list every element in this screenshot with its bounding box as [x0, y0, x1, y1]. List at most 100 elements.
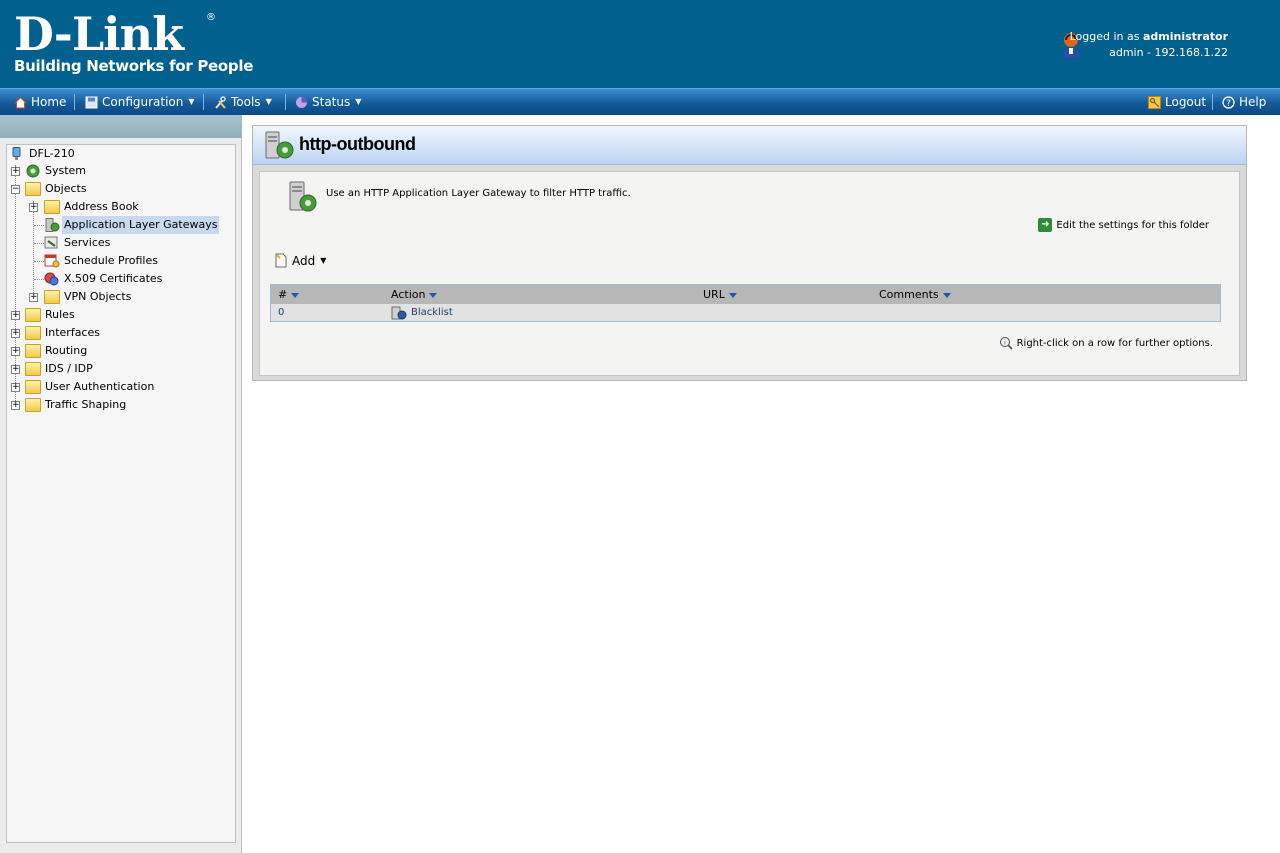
sort-icon: [942, 292, 951, 298]
tree-item-interfaces-label: Interfaces: [45, 326, 100, 339]
tree-expand-address-book[interactable]: +: [29, 203, 38, 212]
left-panel-header: [0, 115, 242, 138]
table-header: # Action URL Comments: [271, 285, 1220, 304]
device-icon: [12, 147, 21, 160]
tree-item-schedule-profiles[interactable]: Schedule Profiles: [44, 252, 160, 270]
tree-root-label: DFL-210: [29, 147, 75, 160]
home-icon: [14, 96, 27, 108]
column-header-url[interactable]: URL: [703, 285, 737, 304]
save-disk-icon: [85, 96, 98, 108]
tools-icon: [215, 95, 226, 109]
arrow-right-icon: ➜: [1038, 218, 1053, 232]
gear-icon: [26, 164, 40, 178]
routing-folder-icon: [25, 344, 41, 358]
tree-item-interfaces[interactable]: Interfaces: [25, 324, 102, 342]
chevron-down-icon: ▼: [355, 97, 362, 106]
navigation-tree: DFL-210 + System − Objects + Address Boo…: [6, 144, 236, 843]
sort-icon: [728, 292, 737, 298]
tree-expand-vpn-objects[interactable]: +: [29, 293, 38, 302]
help-label: Help: [1239, 95, 1267, 109]
menu-tools[interactable]: Tools ▼: [214, 89, 272, 115]
table-row[interactable]: 0 Blacklist: [271, 304, 1220, 321]
column-header-index[interactable]: #: [278, 285, 300, 304]
logout-button[interactable]: Logout: [1148, 89, 1206, 115]
tree-item-rules[interactable]: Rules: [25, 306, 77, 324]
tree-expand-rules[interactable]: +: [11, 311, 20, 320]
certificate-icon: [44, 272, 59, 286]
row-action: Blacklist: [391, 304, 453, 321]
chevron-down-icon: ▼: [265, 97, 272, 106]
tree-item-x509-label: X.509 Certificates: [64, 272, 163, 285]
sort-icon: [291, 292, 300, 298]
tree-item-services[interactable]: Services: [44, 234, 112, 252]
row-index: 0: [278, 307, 285, 318]
login-info: Logged in as administrator admin - 192.1…: [1070, 29, 1228, 61]
tree-item-services-label: Services: [64, 236, 111, 249]
column-header-action[interactable]: Action: [391, 285, 438, 304]
tree-item-address-book[interactable]: Address Book: [44, 198, 141, 216]
logged-in-prefix: Logged in as: [1069, 30, 1140, 43]
tree-item-schedule-profiles-label: Schedule Profiles: [64, 254, 158, 267]
alg-gear-server-icon: [45, 218, 60, 232]
help-icon: ?: [1222, 95, 1235, 109]
tree-item-routing-label: Routing: [45, 344, 88, 357]
dlink-logo: D-Link ® Building Networks for People: [14, 10, 253, 74]
tree-item-objects[interactable]: Objects: [25, 180, 89, 198]
tree-expand-traffic-shaping[interactable]: +: [11, 401, 20, 410]
tree-item-x509[interactable]: X.509 Certificates: [44, 270, 164, 288]
menu-configuration-label: Configuration: [102, 95, 184, 109]
menu-home-label: Home: [31, 95, 67, 109]
header: D-Link ® Building Networks for People Lo…: [0, 0, 1280, 88]
alg-gear-server-icon: [265, 131, 294, 159]
tree-expand-ids-idp[interactable]: +: [11, 365, 20, 374]
row-action-label: Blacklist: [411, 307, 453, 318]
tree-item-alg[interactable]: Application Layer Gateways: [44, 216, 220, 234]
tree-collapse-objects[interactable]: −: [11, 185, 20, 194]
tree-item-traffic-shaping[interactable]: Traffic Shaping: [25, 396, 128, 414]
tree-item-address-book-label: Address Book: [64, 200, 139, 213]
ids-folder-icon: [25, 362, 41, 376]
menu-configuration[interactable]: Configuration ▼: [85, 89, 195, 115]
user-auth-folder-icon: [25, 380, 41, 394]
panel-body: Use an HTTP Application Layer Gateway to…: [259, 171, 1240, 376]
tree-item-user-auth-label: User Authentication: [45, 380, 155, 393]
tree-item-alg-label: Application Layer Gateways: [62, 216, 220, 234]
folder-icon: [44, 290, 60, 304]
logout-label: Logout: [1165, 95, 1207, 109]
add-label: Add: [292, 253, 316, 268]
menu-home[interactable]: Home: [14, 89, 66, 115]
menubar: Home Configuration ▼ Tools ▼ Status ▼ Logou…: [0, 88, 1280, 115]
tree-root[interactable]: DFL-210: [9, 145, 77, 163]
tree-item-ids-idp[interactable]: IDS / IDP: [25, 360, 95, 378]
right-click-hint: i Right-click on a row for further optio…: [999, 336, 1213, 350]
services-icon: [44, 236, 58, 249]
tree-item-user-auth[interactable]: User Authentication: [25, 378, 156, 396]
address-book-folder-icon: [44, 200, 60, 214]
help-button[interactable]: ? Help: [1222, 89, 1266, 115]
menu-status-label: Status: [312, 95, 351, 109]
tree-item-system[interactable]: System: [25, 162, 88, 180]
tree-item-vpn-objects[interactable]: VPN Objects: [44, 288, 133, 306]
folder-open-icon: [25, 182, 41, 196]
magnifier-info-icon: i: [999, 337, 1013, 350]
sort-icon: [429, 292, 438, 298]
tree-item-objects-label: Objects: [45, 182, 87, 195]
add-button[interactable]: Add ▼: [274, 253, 326, 268]
rules-folder-icon: [25, 308, 41, 322]
status-pie-icon: [296, 96, 307, 108]
menu-status[interactable]: Status ▼: [295, 89, 361, 115]
tree-expand-routing[interactable]: +: [11, 347, 20, 356]
tree-item-system-label: System: [45, 164, 87, 177]
page-title: http-outbound: [299, 134, 416, 154]
session-info: admin - 192.168.1.22: [1109, 46, 1228, 59]
tree-expand-system[interactable]: +: [11, 167, 20, 176]
edit-folder-settings-label: Edit the settings for this folder: [1056, 219, 1209, 231]
tree-expand-interfaces[interactable]: +: [11, 329, 20, 338]
right-click-hint-label: Right-click on a row for further options…: [1016, 337, 1213, 349]
tree-item-traffic-shaping-label: Traffic Shaping: [45, 398, 127, 411]
tree-expand-user-auth[interactable]: +: [11, 383, 20, 392]
calendar-icon: [44, 254, 60, 268]
column-header-comments[interactable]: Comments: [879, 285, 951, 304]
tree-item-routing[interactable]: Routing: [25, 342, 89, 360]
edit-folder-settings-link[interactable]: ➜ Edit the settings for this folder: [1038, 218, 1209, 232]
